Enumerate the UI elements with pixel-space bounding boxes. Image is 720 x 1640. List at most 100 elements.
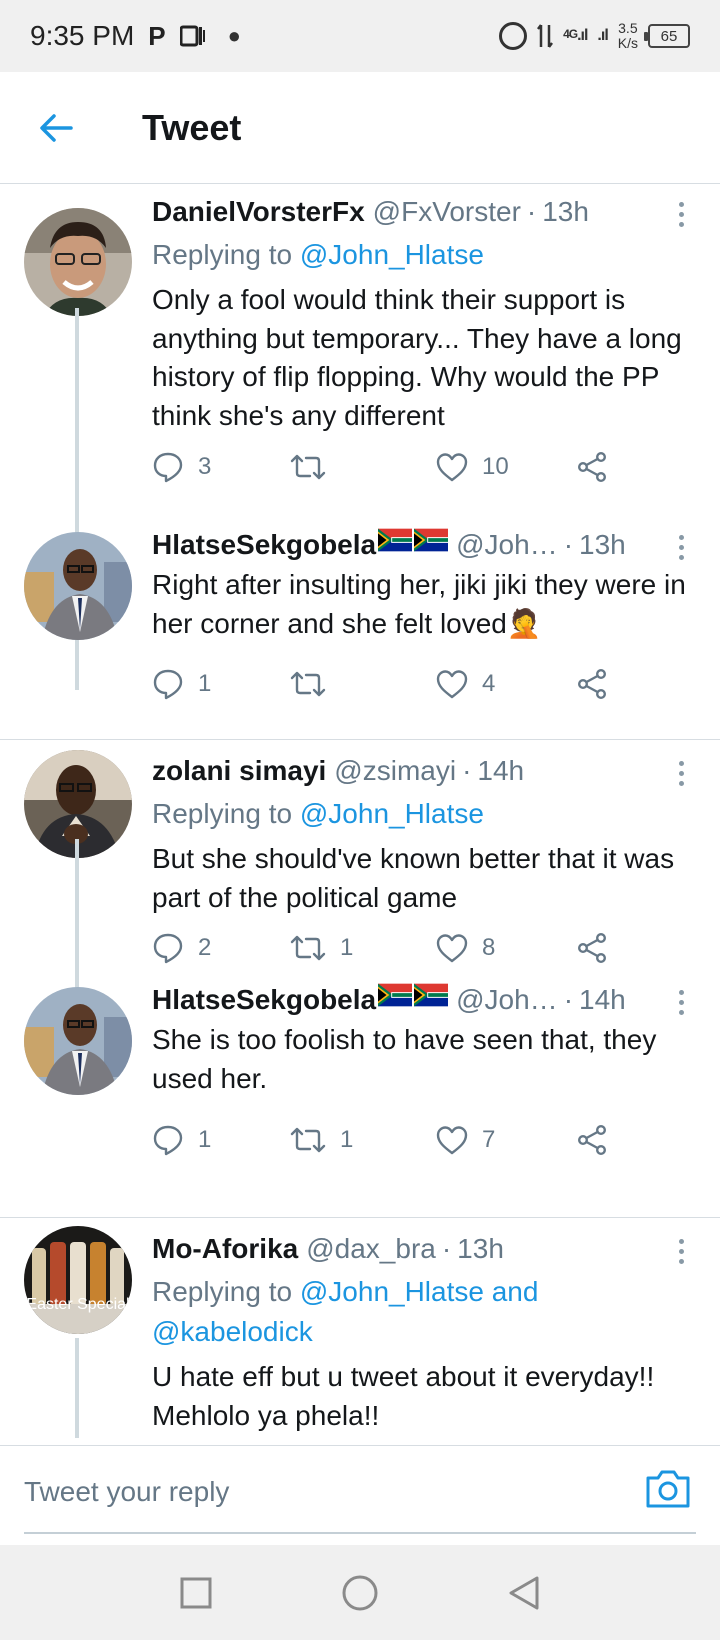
- reply-icon: [153, 452, 183, 483]
- like-button[interactable]: 8: [436, 928, 495, 968]
- tweet-actions: 1 4: [152, 664, 612, 704]
- reply-button[interactable]: 1: [152, 664, 211, 704]
- meta-separator: ·: [563, 529, 574, 560]
- retweet-button[interactable]: 1: [290, 928, 353, 968]
- heart-icon: [436, 453, 468, 482]
- share-icon: [578, 452, 607, 483]
- reply-icon: [153, 933, 183, 964]
- retweet-button[interactable]: [290, 664, 340, 704]
- reply-count: 1: [198, 1126, 212, 1153]
- avatar[interactable]: [24, 532, 132, 640]
- reply-count: 2: [198, 934, 212, 961]
- tweet-author-name[interactable]: Mo-Aforika: [152, 1232, 298, 1266]
- like-count: 7: [482, 1126, 496, 1153]
- reply-input-underline: [24, 1532, 696, 1534]
- like-count: 4: [482, 670, 496, 697]
- share-button[interactable]: [576, 1120, 608, 1160]
- like-button[interactable]: 4: [436, 664, 495, 704]
- tweet-meta: HlatseSekgobela @Joh… · 14h: [152, 983, 696, 1017]
- tweet-author-handle: @FxVorster: [372, 196, 521, 227]
- share-button[interactable]: [576, 447, 608, 487]
- reply-button[interactable]: 3: [152, 447, 211, 487]
- like-button[interactable]: 7: [436, 1120, 495, 1160]
- replying-to: Replying to @John_Hlatse: [152, 794, 696, 834]
- tweet-actions: 2 1 8: [152, 928, 612, 968]
- camera-icon: [646, 1470, 690, 1508]
- notification-dot-icon: ●: [227, 23, 241, 48]
- reply-button[interactable]: 2: [152, 928, 211, 968]
- avatar[interactable]: [24, 208, 132, 316]
- meta-separator: ·: [563, 984, 574, 1015]
- more-options-icon[interactable]: [666, 1234, 696, 1268]
- share-icon: [578, 1125, 607, 1156]
- south-africa-flag-icon: [414, 528, 449, 552]
- avatar-caption: Easter Special: [26, 1296, 130, 1313]
- heart-icon: [436, 670, 468, 699]
- share-icon: [578, 933, 607, 964]
- like-button[interactable]: 10: [436, 447, 509, 487]
- more-options-icon[interactable]: [666, 197, 696, 231]
- reply-icon: [153, 1125, 183, 1156]
- recent-apps-button[interactable]: [174, 1571, 218, 1615]
- status-time: 9:35 PM: [30, 20, 135, 51]
- replying-prefix: Replying to: [152, 798, 300, 829]
- retweet-button[interactable]: [290, 447, 340, 487]
- camera-button[interactable]: [644, 1468, 692, 1512]
- status-bar: 9:35 PM P ● 4G.ıl .ıl 3.5 K/s 65: [0, 0, 720, 72]
- tweet-content: HlatseSekgobela @Joh… · 13h Right after …: [152, 528, 696, 643]
- tweet-meta: Mo-Aforika @dax_bra · 13h: [152, 1232, 696, 1266]
- net-speed: 3.5 K/s: [618, 21, 638, 51]
- replying-to: Replying to @John_Hlatse: [152, 235, 696, 275]
- share-icon: [578, 669, 607, 700]
- page-title: Tweet: [142, 106, 242, 148]
- app-notification-icon: [179, 25, 205, 47]
- tweet-text: Right after insulting her, jiki jiki the…: [152, 566, 696, 643]
- more-options-icon[interactable]: [666, 530, 696, 564]
- conversation-divider: [0, 739, 720, 740]
- replying-mention[interactable]: @John_Hlatse: [300, 239, 484, 270]
- triangle-back-icon: [509, 1576, 539, 1609]
- tweet-time: 13h: [579, 529, 626, 560]
- system-back-button[interactable]: [502, 1571, 546, 1615]
- share-button[interactable]: [576, 664, 608, 704]
- battery-icon: 65: [644, 24, 690, 48]
- meta-separator: ·: [526, 196, 537, 227]
- avatar[interactable]: [24, 987, 132, 1095]
- share-button[interactable]: [576, 928, 608, 968]
- home-button[interactable]: [338, 1571, 382, 1615]
- avatar[interactable]: Easter Special: [24, 1226, 132, 1334]
- tweet-author-name[interactable]: DanielVorsterFx: [152, 195, 365, 229]
- square-icon: [180, 1577, 212, 1608]
- tweet-author-handle: @Joh…: [456, 529, 558, 560]
- more-options-icon[interactable]: [666, 985, 696, 1019]
- tweet-author-handle: @Joh…: [456, 984, 558, 1015]
- tweet-author-handle: @zsimayi: [334, 755, 457, 786]
- tweet-author-name[interactable]: HlatseSekgobela: [152, 528, 376, 562]
- more-options-icon[interactable]: [666, 756, 696, 790]
- retweet-icon: [290, 671, 326, 697]
- tweet-author-name[interactable]: zolani simayi: [152, 754, 326, 788]
- thread-line: [75, 1338, 79, 1438]
- tweet-time: 13h: [457, 1233, 504, 1264]
- tweet-actions: 3 10: [152, 447, 612, 487]
- reply-composer: [0, 1445, 720, 1545]
- tweet-text: She is too foolish to have seen that, th…: [152, 1024, 657, 1094]
- retweet-icon: [290, 454, 326, 480]
- reply-icon: [153, 669, 183, 700]
- replying-mention[interactable]: @John_Hlatse: [300, 798, 484, 829]
- tweet-author-name[interactable]: HlatseSekgobela: [152, 983, 376, 1017]
- reply-timeline[interactable]: DanielVorsterFx @FxVorster · 13h Replyin…: [0, 185, 720, 1445]
- alarm-icon: [499, 22, 528, 50]
- replying-to: Replying to @John_Hlatse and @kabelodick: [152, 1272, 696, 1352]
- heart-icon: [436, 1126, 468, 1155]
- back-button[interactable]: [26, 98, 86, 158]
- reply-button[interactable]: 1: [152, 1120, 211, 1160]
- reply-input[interactable]: [24, 1466, 624, 1518]
- signal-2-icon: .ıl: [597, 27, 608, 44]
- tweet-time: 13h: [542, 196, 589, 227]
- retweet-button[interactable]: 1: [290, 1120, 353, 1160]
- tweet-content: DanielVorsterFx @FxVorster · 13h Replyin…: [152, 195, 696, 435]
- tweet-time: 14h: [477, 755, 525, 786]
- network-type: 4G: [563, 27, 578, 41]
- tweet-text: But she should've known better that it w…: [152, 843, 675, 913]
